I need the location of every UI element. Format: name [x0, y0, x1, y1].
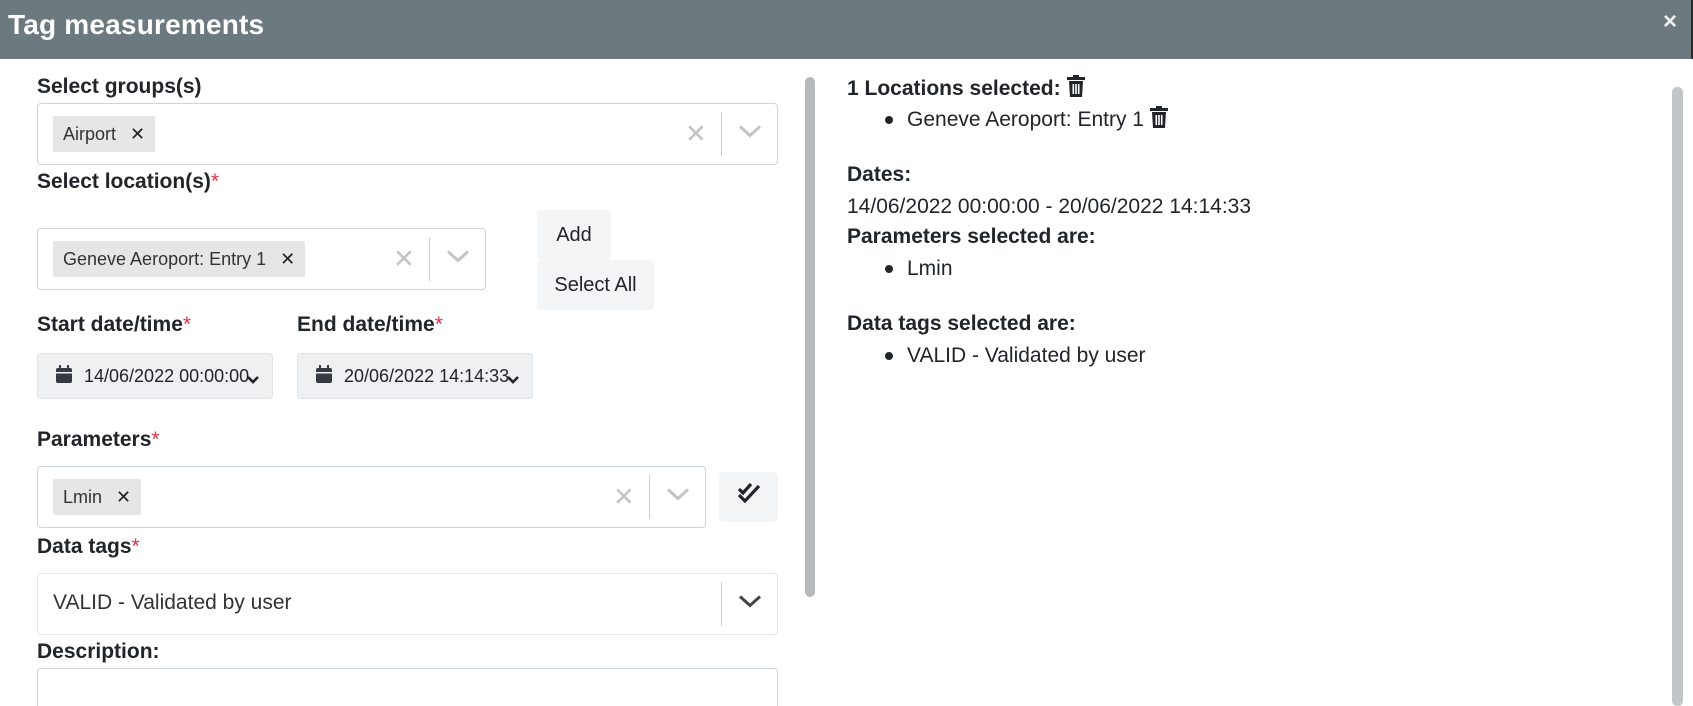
locations-summary-heading: 1 Locations selected: [847, 75, 1085, 103]
remove-chip-icon[interactable]: ✕ [280, 241, 295, 277]
tags-summary-heading: Data tags selected are: [847, 312, 1076, 335]
summary-tag-text: VALID - Validated by user [907, 344, 1146, 367]
start-label: Start date/time* [37, 313, 191, 337]
select-separator [721, 582, 722, 626]
modal-title: Tag measurements [8, 9, 265, 40]
remove-chip-icon[interactable]: ✕ [116, 479, 131, 515]
parameter-chip: Lmin ✕ [53, 479, 142, 515]
chevron-down-icon[interactable] [446, 250, 470, 269]
location-chip: Geneve Aeroport: Entry 1 ✕ [53, 241, 306, 277]
clear-icon[interactable]: ✕ [613, 482, 635, 513]
chevron-down-icon[interactable] [506, 369, 520, 390]
end-date-picker[interactable]: 20/06/2022 14:14:33 [297, 353, 533, 399]
groups-select[interactable]: Airport ✕ ✕ [37, 103, 778, 165]
trash-icon[interactable] [1149, 106, 1168, 134]
groups-label: Select groups(s) [37, 75, 202, 99]
required-mark: * [131, 535, 140, 558]
clear-icon[interactable]: ✕ [393, 244, 415, 275]
parameter-chip-label: Lmin [63, 487, 103, 507]
required-mark: * [434, 313, 443, 336]
summary-tag-item: VALID - Validated by user [885, 344, 1146, 368]
parameters-label: Parameters* [37, 428, 160, 452]
locations-label-text: Select location(s) [37, 170, 211, 193]
select-all-button[interactable]: Select All [537, 260, 654, 310]
summary-scrollbar[interactable] [1672, 87, 1683, 706]
form-scrollbar[interactable] [805, 77, 815, 597]
parameters-label-text: Parameters [37, 428, 152, 451]
chevron-down-icon[interactable] [738, 125, 762, 144]
dates-summary-value: 14/06/2022 00:00:00 - 20/06/2022 14:14:3… [847, 195, 1252, 218]
clear-icon[interactable]: ✕ [685, 119, 707, 150]
calendar-icon [316, 364, 332, 388]
select-separator [721, 112, 722, 156]
groups-chip-label: Airport [63, 124, 117, 144]
locations-select[interactable]: Geneve Aeroport: Entry 1 ✕ ✕ [37, 228, 486, 290]
parameters-summary-heading: Parameters selected are: [847, 225, 1096, 248]
summary-location-item: Geneve Aeroport: Entry 1 [885, 106, 1168, 134]
required-mark: * [182, 313, 192, 336]
locations-label: Select location(s)* [37, 170, 219, 194]
summary-parameter-item: Lmin [885, 257, 953, 281]
required-mark: * [151, 428, 160, 451]
dates-summary-heading: Dates: [847, 163, 912, 186]
groups-chip: Airport ✕ [53, 116, 156, 152]
end-label: End date/time* [297, 313, 443, 337]
summary-parameter-text: Lmin [907, 257, 953, 280]
chevron-down-icon[interactable] [246, 369, 260, 390]
description-label-text: Description: [37, 640, 160, 663]
double-check-icon [737, 482, 761, 511]
description-label: Description: [37, 640, 160, 664]
start-label-text: Start date/time [37, 313, 183, 336]
start-date-value: 14/06/2022 00:00:00 [84, 365, 250, 386]
remove-chip-icon[interactable]: ✕ [130, 116, 145, 152]
start-date-picker[interactable]: 14/06/2022 00:00:00 [37, 353, 273, 399]
select-separator [429, 237, 430, 281]
select-all-parameters-button[interactable] [719, 472, 778, 522]
modal-header: Tag measurements × [0, 0, 1693, 59]
groups-label-text: Select groups(s) [37, 75, 202, 98]
chevron-down-icon[interactable] [738, 595, 762, 614]
location-chip-label: Geneve Aeroport: Entry 1 [63, 249, 267, 269]
locations-summary-text: 1 Locations selected: [847, 77, 1061, 100]
trash-icon[interactable] [1066, 75, 1085, 103]
data-tags-label-text: Data tags [37, 535, 132, 558]
tag-form: Select groups(s) Airport ✕ ✕ Select loca… [0, 59, 800, 706]
description-textarea[interactable] [37, 668, 778, 706]
close-icon[interactable]: × [1663, 8, 1677, 36]
chevron-down-icon[interactable] [666, 488, 690, 507]
end-date-value: 20/06/2022 14:14:33 [344, 365, 510, 386]
data-tags-value: VALID - Validated by user [53, 591, 292, 614]
summary-location-text: Geneve Aeroport: Entry 1 [907, 108, 1144, 131]
select-separator [649, 475, 650, 519]
required-mark: * [210, 170, 220, 193]
calendar-icon [56, 364, 72, 388]
parameters-select[interactable]: Lmin ✕ ✕ [37, 466, 706, 528]
data-tags-label: Data tags* [37, 535, 140, 559]
add-button[interactable]: Add [537, 210, 611, 260]
end-label-text: End date/time [297, 313, 435, 336]
data-tags-select[interactable]: VALID - Validated by user [37, 573, 778, 635]
